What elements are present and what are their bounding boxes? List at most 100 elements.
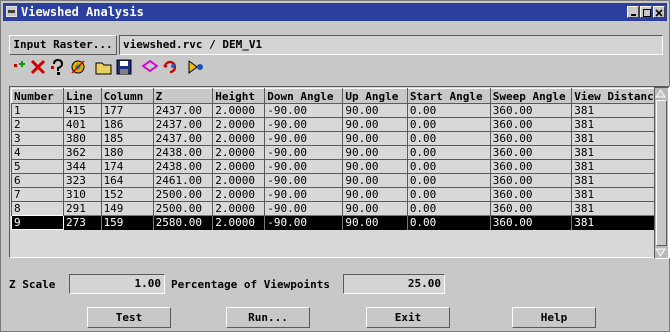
table-cell[interactable]: 90.00 [342, 187, 408, 202]
table-cell[interactable]: 323 [63, 173, 102, 188]
table-cell[interactable]: 174 [100, 159, 154, 174]
table-cell[interactable]: 0.00 [406, 173, 491, 188]
table-cell[interactable]: 2437.00 [152, 117, 213, 132]
table-cell[interactable]: 185 [100, 131, 154, 146]
table-row[interactable]: 9 273 159 2580.00 2.0000 -90.00 90.00 0.00 360.0… [10, 215, 669, 230]
table-cell[interactable]: 2.0000 [212, 145, 265, 160]
table-cell[interactable]: 0.00 [406, 215, 491, 230]
table-cell[interactable]: 164 [100, 173, 154, 188]
scroll-thumb[interactable] [656, 100, 667, 246]
table-cell[interactable]: 362 [63, 145, 102, 160]
table-cell[interactable]: 415 [63, 103, 102, 118]
table-cell[interactable]: 0.00 [406, 187, 491, 202]
table-cell[interactable]: 401 [63, 117, 102, 132]
table-cell[interactable]: -90.00 [264, 201, 343, 216]
table-row[interactable]: 6 323 164 2461.00 2.0000 -90.00 90.00 0.00 360.0… [10, 173, 669, 188]
table-cell[interactable]: 2580.00 [152, 215, 213, 230]
table-cell[interactable]: 360.00 [489, 215, 572, 230]
table-cell[interactable]: 2.0000 [212, 173, 265, 188]
table-cell[interactable]: 90.00 [342, 159, 408, 174]
column-header[interactable]: Down Angle [264, 88, 344, 104]
save-icon[interactable] [115, 58, 133, 76]
table-cell[interactable]: 177 [100, 103, 154, 118]
table-cell[interactable]: 2.0000 [212, 215, 265, 230]
table-cell[interactable]: 90.00 [342, 215, 408, 230]
column-header[interactable]: Line [63, 88, 102, 104]
table-cell[interactable]: -90.00 [264, 145, 343, 160]
table-cell[interactable]: 2.0000 [212, 201, 265, 216]
table-cell[interactable]: -90.00 [264, 131, 343, 146]
table-cell[interactable]: -90.00 [264, 215, 343, 230]
table-cell[interactable]: 360.00 [489, 201, 572, 216]
table-cell[interactable]: 5 [10, 159, 64, 174]
table-cell[interactable]: 2500.00 [152, 201, 213, 216]
table-cell[interactable]: -90.00 [264, 159, 343, 174]
table-cell[interactable]: 2 [10, 117, 64, 132]
table-cell[interactable]: 360.00 [489, 159, 572, 174]
table-cell[interactable]: 2500.00 [152, 187, 213, 202]
table-row[interactable]: 4 362 180 2438.00 2.0000 -90.00 90.00 0.00 360.0… [10, 145, 669, 160]
table-cell[interactable]: 2438.00 [152, 159, 213, 174]
table-cell[interactable]: 360.00 [489, 117, 572, 132]
table-cell[interactable]: 344 [63, 159, 102, 174]
table-cell[interactable]: 291 [63, 201, 102, 216]
table-cell[interactable]: 2.0000 [212, 187, 265, 202]
run-icon[interactable] [187, 58, 205, 76]
table-cell[interactable]: 360.00 [489, 187, 572, 202]
table-cell[interactable]: 2437.00 [152, 103, 213, 118]
column-header[interactable]: Number [10, 88, 65, 104]
table-cell[interactable]: 360.00 [489, 145, 572, 160]
table-scrollbar[interactable] [654, 87, 669, 259]
table-cell[interactable]: 0.00 [406, 103, 491, 118]
table-row[interactable]: 2 401 186 2437.00 2.0000 -90.00 90.00 0.00 360.0… [10, 117, 669, 132]
column-header[interactable]: Column [100, 88, 154, 104]
raster-path-field[interactable]: viewshed.rvc / DEM_V1 [119, 35, 663, 55]
table-cell[interactable]: 2.0000 [212, 131, 265, 146]
table-cell[interactable]: 0.00 [406, 145, 491, 160]
table-cell[interactable]: 90.00 [342, 103, 408, 118]
column-header[interactable]: Up Angle [342, 88, 408, 104]
table-cell[interactable]: 2438.00 [152, 145, 213, 160]
table-cell[interactable]: 1 [10, 103, 64, 118]
column-header[interactable]: Sweep Angle [489, 88, 573, 104]
table-cell[interactable]: 159 [100, 215, 154, 230]
table-cell[interactable]: 273 [63, 215, 102, 230]
table-row[interactable]: 8 291 149 2500.00 2.0000 -90.00 90.00 0.00 360.0… [10, 201, 669, 216]
table-cell[interactable]: 7 [10, 187, 64, 202]
table-cell[interactable]: -90.00 [264, 103, 343, 118]
table-cell[interactable]: 0.00 [406, 201, 491, 216]
table-cell[interactable]: -90.00 [264, 173, 343, 188]
help-button[interactable]: Help [512, 307, 596, 328]
select-point-icon[interactable] [49, 58, 67, 76]
table-cell[interactable]: -90.00 [264, 117, 343, 132]
open-icon[interactable] [95, 58, 113, 76]
table-cell[interactable]: 360.00 [489, 173, 572, 188]
table-cell[interactable]: 186 [100, 117, 154, 132]
title-bar[interactable]: Viewshed Analysis [3, 3, 667, 21]
table-cell[interactable]: 9 [10, 215, 65, 230]
table-cell[interactable]: 8 [10, 201, 64, 216]
shape-icon[interactable] [141, 58, 159, 76]
add-point-icon[interactable] [11, 58, 29, 76]
table-cell[interactable]: 0.00 [406, 131, 491, 146]
input-raster-button[interactable]: Input Raster... [9, 35, 117, 55]
refresh-icon[interactable] [161, 58, 179, 76]
table-cell[interactable]: 360.00 [489, 103, 572, 118]
scroll-down-icon[interactable] [655, 247, 666, 258]
zscale-field[interactable]: 1.00 [69, 274, 165, 294]
table-row[interactable]: 7 310 152 2500.00 2.0000 -90.00 90.00 0.00 360.0… [10, 187, 669, 202]
run-button[interactable]: Run... [226, 307, 310, 328]
table-row[interactable]: 1 415 177 2437.00 2.0000 -90.00 90.00 0.00 360.0… [10, 103, 669, 118]
percentage-field[interactable]: 25.00 [343, 274, 445, 294]
table-cell[interactable]: 380 [63, 131, 102, 146]
scroll-up-icon[interactable] [655, 88, 666, 99]
table-cell[interactable]: 3 [10, 131, 64, 146]
maximize-icon[interactable] [640, 6, 652, 18]
table-cell[interactable]: 2.0000 [212, 103, 265, 118]
table-cell[interactable]: 360.00 [489, 131, 572, 146]
table-cell[interactable]: 180 [100, 145, 154, 160]
table-cell[interactable]: 90.00 [342, 145, 408, 160]
minimize-icon[interactable] [627, 6, 639, 18]
exit-button[interactable]: Exit [366, 307, 450, 328]
delete-icon[interactable] [29, 58, 47, 76]
